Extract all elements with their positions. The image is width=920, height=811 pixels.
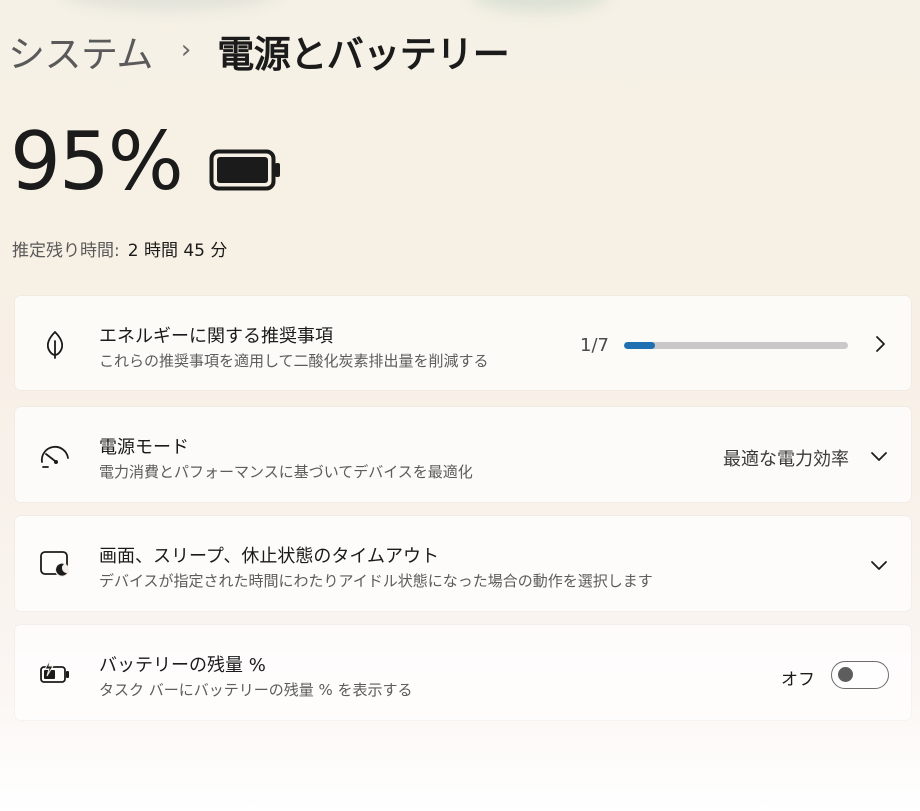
power-mode-title: 電源モード — [99, 437, 189, 458]
background-blur — [470, 0, 610, 12]
toggle-state-label: オフ — [781, 670, 815, 690]
estimated-time-value: 2 時間 45 分 — [127, 241, 228, 261]
energy-recommendations-description: これらの推奨事項を適用して二酸化炭素排出量を削減する — [99, 352, 489, 370]
battery-percentage-toggle[interactable] — [831, 661, 889, 689]
estimated-time: 推定残り時間: 2 時間 45 分 — [12, 236, 227, 261]
speedometer-icon — [37, 437, 73, 473]
battery-percentage-card: バッテリーの残量 % タスク バーにバッテリーの残量 % を表示する オフ — [15, 625, 911, 720]
background-blur — [60, 0, 280, 10]
breadcrumb-system-link[interactable]: システム — [8, 24, 153, 78]
energy-recommendations-card[interactable]: エネルギーに関する推奨事項 これらの推奨事項を適用して二酸化炭素排出量を削減する… — [15, 296, 911, 390]
screen-sleep-icon — [37, 546, 73, 582]
toggle-knob — [838, 667, 853, 682]
breadcrumb-separator: › — [180, 35, 192, 65]
leaf-icon — [37, 326, 73, 362]
chevron-right-icon[interactable] — [870, 334, 890, 354]
battery-percentage: 95% — [10, 115, 184, 208]
breadcrumb: システム › 電源とバッテリー — [8, 24, 510, 78]
battery-charging-icon — [37, 655, 73, 691]
recommendations-count: 1/7 — [580, 335, 609, 356]
power-mode-description: 電力消費とパフォーマンスに基づいてデバイスを最適化 — [99, 463, 473, 481]
screen-sleep-timeout-title: 画面、スリープ、休止状態のタイムアウト — [99, 546, 440, 567]
battery-percentage-title: バッテリーの残量 % — [99, 655, 266, 676]
chevron-down-icon[interactable] — [869, 446, 889, 466]
power-mode-dropdown[interactable]: 最適な電力効率 — [723, 445, 849, 471]
power-mode-card: 電源モード 電力消費とパフォーマンスに基づいてデバイスを最適化 最適な電力効率 — [15, 407, 911, 502]
chevron-down-icon[interactable] — [869, 555, 889, 575]
recommendations-progress-bar — [624, 342, 848, 349]
battery-icon — [209, 149, 281, 195]
recommendations-progress-fill — [624, 342, 656, 349]
page-title: 電源とバッテリー — [217, 33, 510, 76]
energy-recommendations-title: エネルギーに関する推奨事項 — [99, 326, 333, 347]
battery-percentage-description: タスク バーにバッテリーの残量 % を表示する — [99, 681, 413, 699]
screen-sleep-timeout-card[interactable]: 画面、スリープ、休止状態のタイムアウト デバイスが指定された時間にわたりアイドル… — [15, 516, 911, 611]
estimated-time-label: 推定残り時間: — [12, 241, 120, 261]
screen-sleep-timeout-description: デバイスが指定された時間にわたりアイドル状態になった場合の動作を選択します — [99, 572, 653, 590]
